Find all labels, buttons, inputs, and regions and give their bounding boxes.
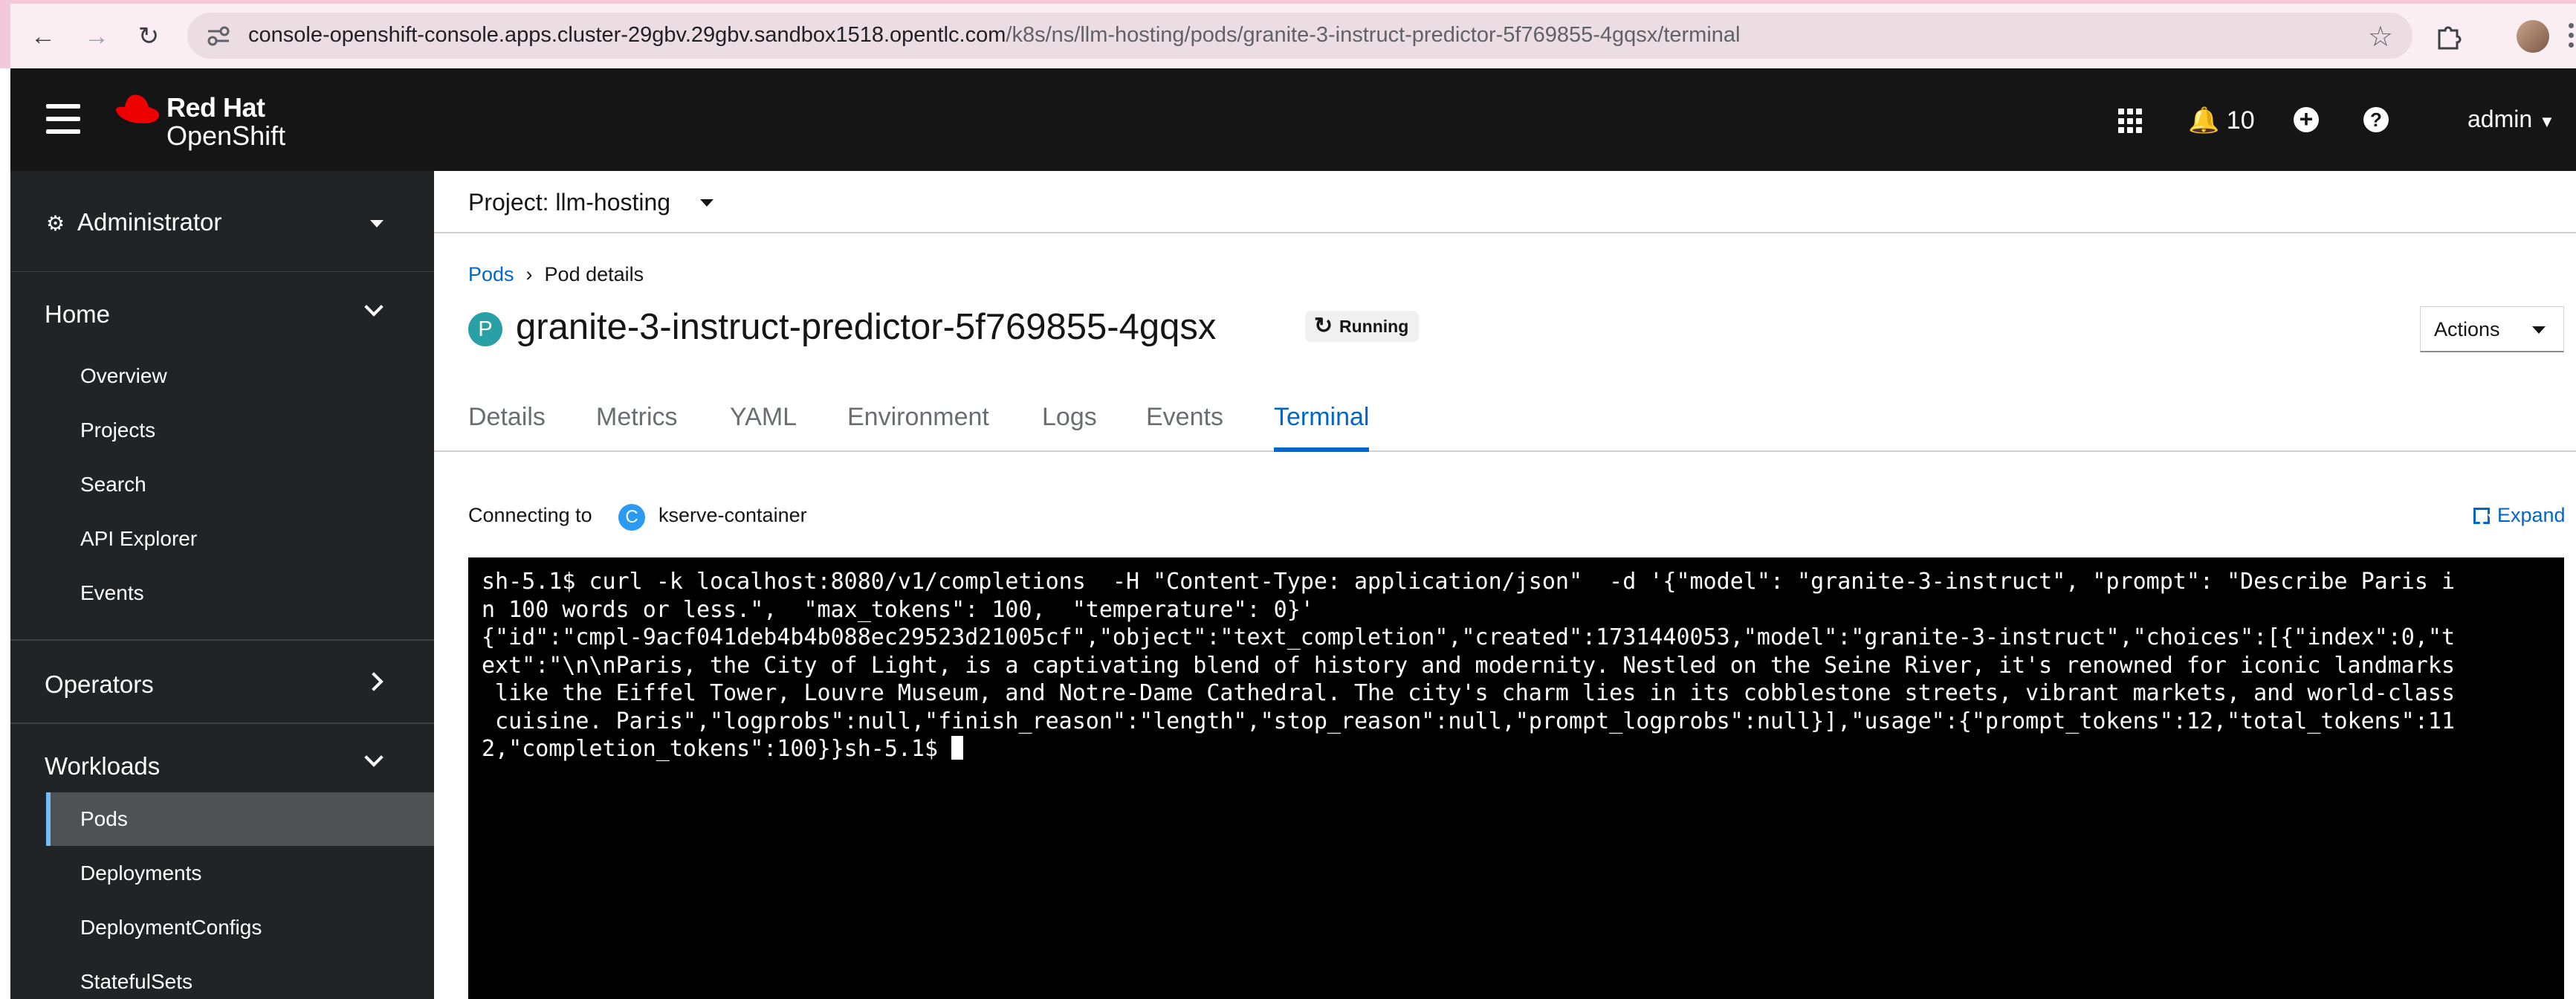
redhat-hat-icon bbox=[116, 94, 159, 123]
terminal-line: n 100 words or less.", "max_tokens": 100… bbox=[482, 596, 1314, 623]
sidebar-item-pods[interactable]: Pods bbox=[80, 807, 128, 831]
chevron-down-icon[interactable] bbox=[700, 199, 713, 207]
sidebar-item-deployments[interactable]: Deployments bbox=[80, 861, 201, 885]
expand-button[interactable]: Expand bbox=[2473, 504, 2566, 527]
page-title: granite-3-instruct-predictor-5f769855-4g… bbox=[516, 307, 1217, 347]
chevron-down-icon bbox=[364, 297, 384, 317]
extensions-icon[interactable] bbox=[2435, 22, 2465, 51]
tab-yaml[interactable]: YAML bbox=[730, 403, 797, 452]
import-plus-icon[interactable]: + bbox=[2294, 107, 2319, 132]
url-host: console-openshift-console.apps.cluster-2… bbox=[248, 23, 1006, 47]
sidebar-item-overview[interactable]: Overview bbox=[80, 364, 167, 388]
chevron-right-icon bbox=[364, 672, 384, 691]
status-badge: ↻ Running bbox=[1305, 311, 1420, 342]
container-badge: C bbox=[618, 504, 645, 531]
address-bar[interactable]: console-openshift-console.apps.cluster-2… bbox=[187, 13, 2412, 59]
breadcrumb-current: Pod details bbox=[544, 263, 644, 285]
actions-dropdown[interactable]: Actions bbox=[2420, 306, 2564, 352]
user-name: admin bbox=[2467, 106, 2533, 132]
sidebar-section-title: Operators bbox=[45, 670, 154, 698]
url-path: /k8s/ns/llm-hosting/pods/granite-3-instr… bbox=[1006, 23, 1741, 47]
terminal-line: sh-5.1$ curl -k localhost:8080/v1/comple… bbox=[482, 569, 2456, 595]
chevron-down-icon: ▼ bbox=[2539, 112, 2555, 131]
sidebar-section-operators[interactable]: Operators bbox=[10, 641, 434, 721]
project-bar: Project: llm-hosting bbox=[434, 171, 2576, 233]
help-icon[interactable]: ? bbox=[2363, 107, 2389, 132]
masthead: Red Hat OpenShift 🔔 10 + ? admin ▼ bbox=[10, 68, 2576, 171]
brand-line1: Red Hat bbox=[166, 92, 265, 123]
sidebar-item-projects[interactable]: Projects bbox=[80, 418, 155, 442]
status-text: Running bbox=[1339, 317, 1409, 336]
tab-environment[interactable]: Environment bbox=[847, 403, 989, 452]
tab-logs[interactable]: Logs bbox=[1042, 403, 1097, 452]
perspective-switcher[interactable]: ⚙ Administrator bbox=[10, 171, 434, 272]
bookmark-star-icon[interactable]: ☆ bbox=[2368, 20, 2393, 54]
site-settings-icon[interactable] bbox=[207, 25, 230, 47]
sidebar-item-api-explorer[interactable]: API Explorer bbox=[80, 527, 197, 551]
terminal-prompt-line: 2,"completion_tokens":100}}sh-5.1$ bbox=[482, 735, 2551, 763]
main-content: Project: llm-hosting Pods › Pod details P … bbox=[434, 171, 2576, 999]
chevron-down-icon bbox=[364, 748, 384, 767]
sidebar-item-deploymentconfigs[interactable]: DeploymentConfigs bbox=[80, 916, 262, 940]
expand-label: Expand bbox=[2497, 504, 2566, 526]
forward-icon[interactable]: → bbox=[80, 20, 113, 53]
terminal-line: 2,"completion_tokens":100}}sh-5.1$ bbox=[482, 736, 952, 762]
back-icon[interactable]: ← bbox=[27, 20, 59, 53]
terminal-cursor bbox=[951, 736, 964, 760]
notifications-button[interactable]: 🔔 10 bbox=[2188, 106, 2255, 135]
container-selector[interactable]: kserve-container bbox=[658, 504, 807, 527]
chevron-down-icon bbox=[2532, 326, 2546, 334]
tab-metrics[interactable]: Metrics bbox=[596, 403, 678, 452]
chevron-right-icon: › bbox=[525, 263, 533, 285]
app-launcher-icon[interactable] bbox=[2118, 109, 2143, 134]
actions-label: Actions bbox=[2434, 318, 2500, 340]
breadcrumb-pods-link[interactable]: Pods bbox=[468, 263, 514, 285]
sync-icon: ↻ bbox=[1314, 314, 1333, 338]
pod-resource-badge: P bbox=[468, 312, 502, 346]
sidebar-item-search[interactable]: Search bbox=[80, 473, 146, 497]
notifications-count: 10 bbox=[2226, 106, 2255, 135]
sidebar-section-home[interactable]: Home bbox=[10, 272, 434, 336]
tab-details[interactable]: Details bbox=[468, 403, 546, 452]
reload-icon[interactable]: ↻ bbox=[132, 20, 165, 53]
profile-avatar[interactable] bbox=[2517, 20, 2549, 53]
browser-toolbar: ← → ↻ console-openshift-console.apps.clu… bbox=[0, 0, 2576, 68]
terminal-window[interactable]: sh-5.1$ curl -k localhost:8080/v1/comple… bbox=[468, 557, 2564, 999]
terminal-line: cuisine. Paris","logprobs":null,"finish_… bbox=[482, 708, 2456, 734]
perspective-label: Administrator bbox=[77, 208, 222, 236]
terminal-line: ext":"\n\nParis, the City of Light, is a… bbox=[482, 652, 2456, 679]
chevron-down-icon bbox=[370, 220, 384, 227]
openshift-logo[interactable]: Red Hat OpenShift bbox=[113, 91, 314, 151]
terminal-line: like the Eiffel Tower, Louvre Museum, an… bbox=[482, 680, 2456, 706]
tab-terminal[interactable]: Terminal bbox=[1274, 403, 1370, 452]
expand-icon bbox=[2473, 508, 2490, 524]
sidebar-section-title: Home bbox=[45, 300, 111, 328]
project-selector[interactable]: Project: llm-hosting bbox=[468, 189, 670, 216]
sidebar-item-statefulsets[interactable]: StatefulSets bbox=[80, 970, 192, 994]
gear-icon: ⚙ bbox=[46, 212, 65, 235]
hamburger-menu-icon[interactable] bbox=[46, 104, 80, 134]
sidebar-nav: ⚙ Administrator Home Overview Projects S… bbox=[10, 171, 434, 999]
tab-bar: Details Metrics YAML Environment Logs Ev… bbox=[434, 389, 2576, 452]
breadcrumb: Pods › Pod details bbox=[468, 263, 644, 286]
bell-icon: 🔔 bbox=[2188, 106, 2220, 135]
user-menu[interactable]: admin ▼ bbox=[2467, 106, 2555, 133]
connecting-label: Connecting to bbox=[468, 504, 592, 526]
url-text: console-openshift-console.apps.cluster-2… bbox=[248, 23, 1740, 48]
tab-events[interactable]: Events bbox=[1146, 403, 1223, 452]
terminal-line: {"id":"cmpl-9acf041deb4b4b088ec29523d210… bbox=[482, 624, 2456, 650]
sidebar-item-events[interactable]: Events bbox=[80, 581, 144, 605]
brand-line2: OpenShift bbox=[166, 120, 286, 151]
browser-menu-icon[interactable] bbox=[2567, 20, 2575, 53]
sidebar-section-title: Workloads bbox=[45, 752, 161, 780]
